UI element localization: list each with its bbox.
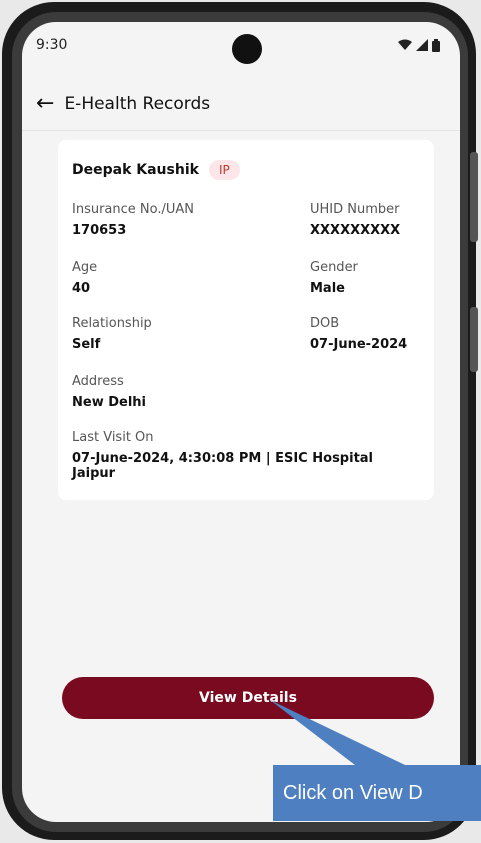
battery-icon: [432, 38, 440, 52]
age-label: Age: [72, 260, 98, 275]
patient-name-row: Deepak Kaushik IP: [72, 160, 240, 180]
front-camera: [232, 34, 262, 64]
app-header: ← E-Health Records: [22, 78, 460, 131]
gender-value: Male: [310, 281, 345, 296]
status-time: 9:30: [36, 37, 68, 53]
relationship-field: Relationship Self: [72, 316, 152, 352]
dob-label: DOB: [310, 316, 340, 331]
uhid-field: UHID Number XXXXXXXXX: [310, 202, 400, 238]
age-field: Age 40: [72, 260, 97, 296]
side-button-lower: [470, 307, 478, 372]
last-visit-label: Last Visit On: [72, 430, 154, 445]
last-visit-value: 07-June-2024, 4:30:08 PM | ESIC Hospital…: [72, 451, 374, 481]
age-value: 40: [72, 281, 91, 296]
insurance-label: Insurance No./UAN: [72, 202, 195, 217]
relationship-value: Self: [72, 337, 101, 352]
last-visit-field: Last Visit On 07-June-2024, 4:30:08 PM |…: [72, 430, 420, 481]
patient-card: Deepak Kaushik IP Insurance No./UAN 1706…: [58, 140, 434, 500]
address-label: Address: [72, 374, 124, 389]
address-field: Address New Delhi: [72, 374, 146, 410]
side-button-upper: [470, 152, 478, 242]
patient-type-badge: IP: [208, 160, 240, 180]
patient-name: Deepak Kaushik: [72, 162, 199, 178]
uhid-value: XXXXXXXXX: [310, 223, 401, 238]
address-value: New Delhi: [72, 395, 147, 410]
instruction-callout: Click on View D: [273, 765, 481, 821]
phone-screen: 9:30 ← E-Health Records Deepak Kaushik I…: [22, 22, 460, 822]
back-arrow-icon[interactable]: ←: [36, 93, 54, 115]
uhid-label: UHID Number: [310, 202, 400, 217]
insurance-value: 170653: [72, 223, 127, 238]
gender-field: Gender Male: [310, 260, 358, 296]
dob-value: 07-June-2024: [310, 337, 408, 352]
view-details-button[interactable]: View Details: [62, 677, 434, 719]
page-title: E-Health Records: [64, 94, 211, 114]
wifi-icon: [398, 39, 412, 50]
insurance-field: Insurance No./UAN 170653: [72, 202, 194, 238]
relationship-label: Relationship: [72, 316, 152, 331]
gender-label: Gender: [310, 260, 358, 275]
phone-frame: 9:30 ← E-Health Records Deepak Kaushik I…: [2, 2, 478, 840]
status-icons: [398, 38, 440, 52]
signal-icon: [416, 39, 428, 51]
dob-field: DOB 07-June-2024: [310, 316, 407, 352]
